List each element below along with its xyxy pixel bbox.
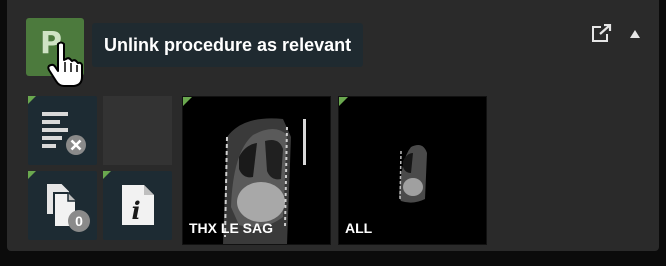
- thumbnail-label: ALL: [345, 220, 373, 236]
- thumbnail-label: THX LE SAG: [189, 220, 274, 236]
- series-thumbnail[interactable]: THX LE SAG: [182, 96, 331, 245]
- report-remove-icon: [42, 112, 86, 155]
- empty-tool-slot: [103, 96, 172, 165]
- tooltip: Unlink procedure as relevant: [92, 23, 364, 67]
- info-tool[interactable]: i: [103, 171, 172, 240]
- tooltip-text: Unlink procedure as relevant: [104, 34, 352, 55]
- info-glyph: i: [131, 196, 140, 225]
- documents-icon: 0: [45, 182, 90, 232]
- documents-badge: 0: [75, 213, 83, 229]
- status-corner: [28, 96, 36, 104]
- status-corner: [28, 171, 36, 179]
- report-tool[interactable]: [28, 96, 97, 165]
- info-icon: i: [122, 185, 154, 225]
- popout-icon[interactable]: [592, 24, 612, 42]
- status-corner: [339, 97, 348, 106]
- collapse-arrow-icon[interactable]: [630, 30, 640, 38]
- status-corner: [183, 97, 192, 106]
- hand-cursor-icon: [47, 41, 83, 87]
- status-corner: [103, 171, 111, 179]
- series-thumbnail[interactable]: ALL: [338, 96, 487, 245]
- documents-tool[interactable]: 0: [28, 171, 97, 240]
